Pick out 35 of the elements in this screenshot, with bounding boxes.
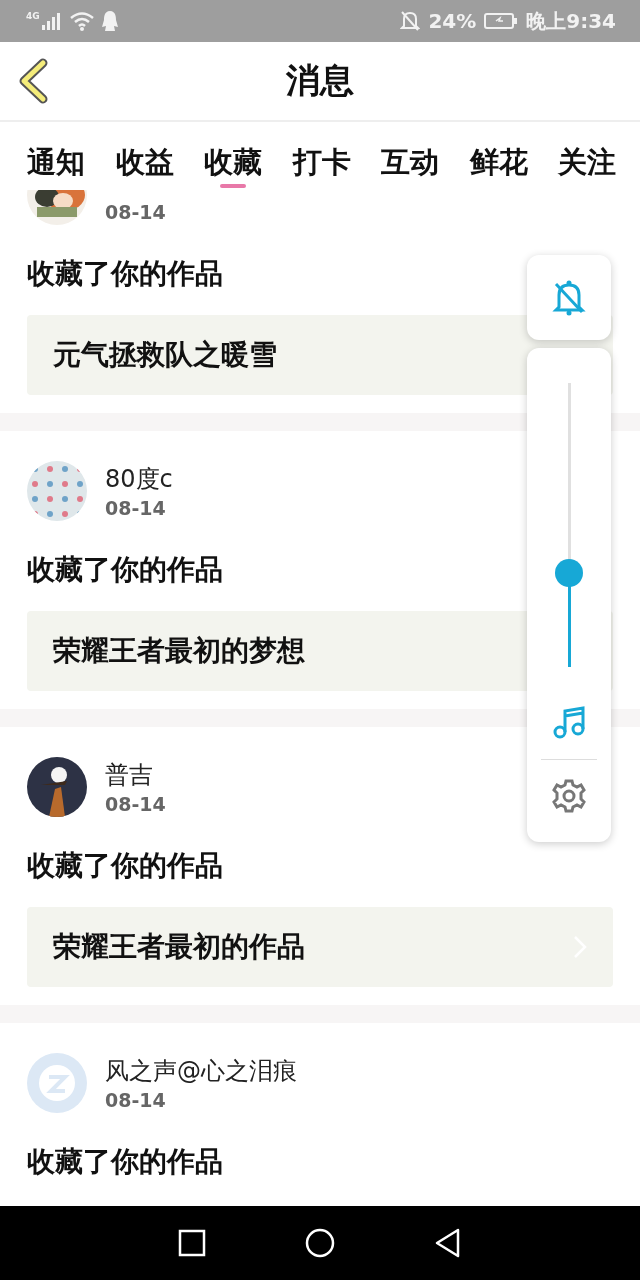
tab[interactable]: 鲜花: [469, 122, 528, 190]
home-button[interactable]: [304, 1227, 336, 1259]
penguin-icon: [100, 10, 119, 32]
user-name: 80度c: [105, 465, 173, 493]
date: 08-14: [105, 497, 167, 519]
tab[interactable]: 收益: [115, 122, 174, 190]
date: 08-14: [105, 1089, 167, 1111]
activity-text: 收藏了你的作品: [27, 848, 223, 884]
clock: 晚上9:34: [526, 7, 616, 35]
wifi-icon: [68, 11, 95, 31]
date: 08-14: [105, 793, 166, 815]
signal-icon: [40, 11, 63, 31]
tab[interactable]: 关注: [558, 122, 616, 190]
bell-off-icon: [400, 10, 421, 32]
tab[interactable]: 互动: [381, 122, 439, 190]
activity-text: 收藏了你的作品: [27, 552, 223, 588]
user-name: 风之声@心之泪痕: [105, 1057, 297, 1085]
bell-off-icon: [552, 278, 586, 317]
activity-text: 收藏了你的作品: [27, 256, 223, 292]
network-type: 4G: [26, 11, 40, 21]
music-note-icon[interactable]: [552, 705, 586, 739]
battery-percent: 24%: [428, 9, 477, 33]
recents-button[interactable]: [176, 1227, 208, 1259]
slider-thumb[interactable]: [554, 559, 583, 588]
tab[interactable]: 收藏: [204, 122, 262, 190]
date: 08-14: [105, 201, 166, 223]
battery-icon: [484, 12, 519, 30]
user-name: 普吉: [105, 761, 153, 789]
mute-button[interactable]: [527, 255, 611, 340]
tab[interactable]: 打卡: [292, 122, 351, 190]
activity-text: 收藏了你的作品: [27, 1144, 223, 1180]
settings-icon[interactable]: [551, 778, 587, 814]
work-link[interactable]: 荣耀王者最初的作品: [27, 907, 613, 987]
tab[interactable]: 通知: [27, 122, 85, 190]
page-title: 消息: [286, 59, 354, 102]
